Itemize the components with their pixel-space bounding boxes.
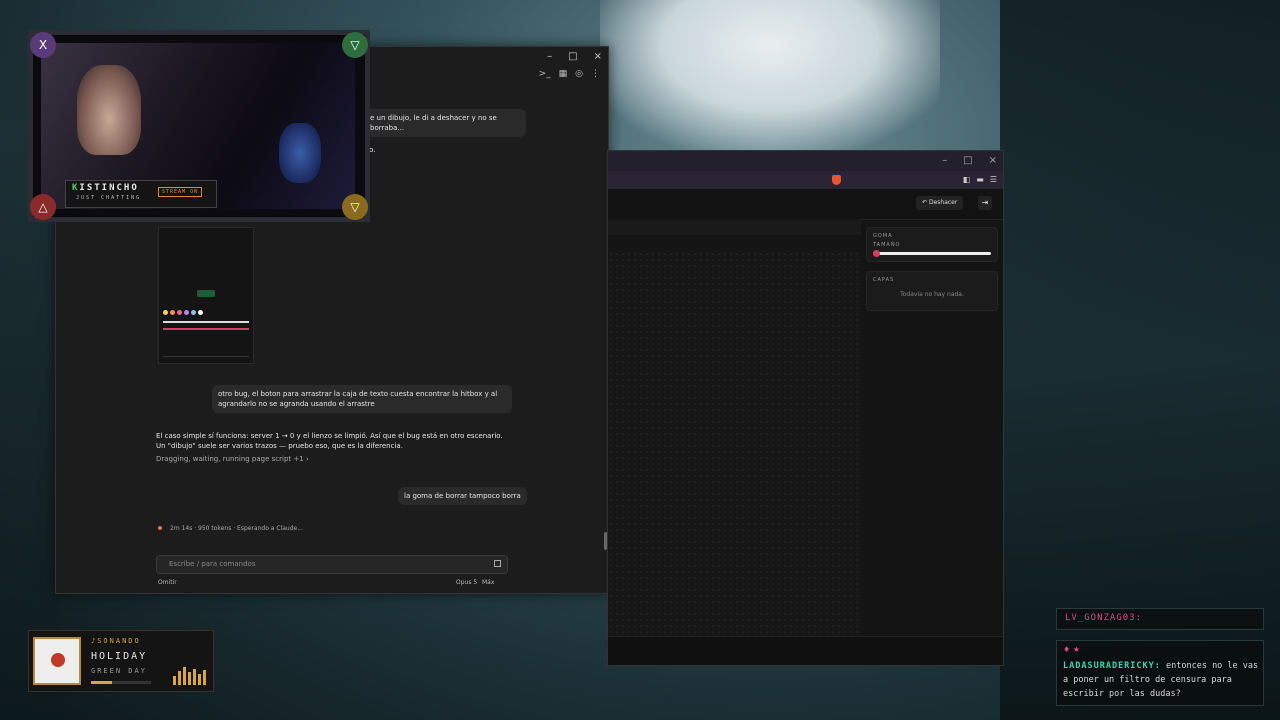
- stream-status-badge: STREAM ON: [158, 187, 203, 197]
- address-bar[interactable]: ◧ ▬ ☰: [608, 171, 1003, 189]
- user-message: otro bug, el boton para arrastrar la caj…: [212, 385, 512, 413]
- tool-title: GOMA: [873, 233, 893, 239]
- triangle-icon: ▽: [342, 194, 368, 220]
- equalizer-bar: [203, 670, 206, 685]
- sidebar-icon[interactable]: ◧: [963, 175, 971, 184]
- thumbnail-toolbar: [163, 356, 249, 361]
- undo-label: Deshacer: [928, 199, 958, 206]
- exit-icon: ⇥: [981, 198, 989, 207]
- chat-input-placeholder: Escribe / para comandos: [169, 560, 256, 568]
- effort-selector[interactable]: Máx: [482, 579, 494, 586]
- thumbnail-slider: [163, 321, 249, 323]
- streamer-name: KISTINCHO: [72, 183, 139, 193]
- chat-input[interactable]: Escribe / para comandos: [156, 555, 508, 574]
- user-message: e un dibujo, le di a deshacer y no se bo…: [364, 109, 526, 137]
- maximize-button[interactable]: □: [568, 51, 577, 62]
- stream-category: JUST CHATTING: [76, 195, 142, 201]
- background-light: [600, 0, 940, 150]
- status-dot-icon: [158, 526, 162, 530]
- window-controls: – □ ×: [547, 51, 602, 62]
- x-icon: X: [30, 32, 56, 58]
- thumbnail-slider-accent: [163, 328, 249, 330]
- streamer-nameplate: KISTINCHO JUST CHATTING STREAM ON: [65, 180, 217, 208]
- streamer: [77, 65, 141, 155]
- album-art: [33, 637, 81, 685]
- more-icon[interactable]: ⋮: [591, 69, 600, 79]
- assistant-message: El caso simple sí funciona: server 1 → 0…: [156, 432, 503, 450]
- browser-extensions: ◧ ▬ ☰: [963, 175, 997, 184]
- equalizer-bar: [183, 667, 186, 685]
- close-button[interactable]: ×: [594, 51, 602, 62]
- menu-icon[interactable]: ☰: [990, 175, 997, 184]
- undo-icon: ↶: [922, 199, 928, 206]
- layers-panel: CAPAS Todavía no hay nada.: [866, 271, 998, 311]
- triangle-icon: ▽: [342, 32, 368, 58]
- chat-message: LV_GONZAG03:: [1056, 608, 1264, 630]
- chat-toolbar: >_ ▦ ◎ ⋮: [539, 69, 600, 79]
- activity-line[interactable]: Dragging, waiting, running page script +…: [156, 454, 309, 464]
- song-title: HOLIDAY: [91, 651, 148, 662]
- drawing-canvas[interactable]: [608, 251, 861, 636]
- model-selector[interactable]: Opus 5: [456, 579, 477, 586]
- artist-name: GREEN DAY: [91, 667, 147, 675]
- badge-icons: ♦ ★: [1063, 645, 1080, 654]
- status-text: 2m 14s · 950 tokens · Esperando a Claude…: [170, 525, 303, 532]
- equalizer-bar: [193, 669, 196, 685]
- album-art-graphic: [51, 653, 65, 667]
- close-button[interactable]: ×: [989, 155, 997, 166]
- window-controls: – □ ×: [942, 155, 997, 166]
- size-label: TAMAÑO: [873, 242, 901, 248]
- equalizer-bar: [173, 676, 176, 685]
- drawing-toolbar: ↶ Deshacer ⇥: [608, 189, 1003, 220]
- equalizer-bar: [178, 671, 181, 685]
- chat-username: LV_GONZAG03:: [1065, 613, 1143, 623]
- minimize-button[interactable]: –: [547, 51, 552, 62]
- chat-message-body: LADASURADERICKY: entonces no le vas a po…: [1063, 659, 1259, 701]
- undo-button[interactable]: ↶ Deshacer: [916, 196, 964, 210]
- equalizer: [173, 667, 206, 685]
- plush-toy: [279, 123, 321, 183]
- skip-button[interactable]: Omitir: [158, 579, 177, 586]
- grid-icon[interactable]: ▦: [559, 69, 568, 79]
- size-slider-knob[interactable]: [873, 250, 881, 257]
- triangle-up-icon: △: [30, 194, 56, 220]
- now-playing-widget: ♪SONANDO HOLIDAY GREEN DAY: [28, 630, 214, 692]
- stop-icon[interactable]: [494, 560, 501, 567]
- equalizer-bar: [198, 674, 201, 685]
- thumbnail-palette: [163, 310, 203, 315]
- webcam-overlay: X ▽ △ ▽ KISTINCHO JUST CHATTING STREAM O…: [28, 30, 370, 222]
- globe-icon[interactable]: ◎: [575, 69, 583, 79]
- thumbnail-button: [197, 290, 215, 297]
- wallet-icon[interactable]: ▬: [976, 175, 984, 184]
- status-line: 2m 14s · 950 tokens · Esperando a Claude…: [158, 525, 303, 532]
- canvas-header: [608, 219, 861, 235]
- drawing-bottom-bar: [608, 636, 1003, 665]
- song-progress: [91, 681, 151, 684]
- minimize-button[interactable]: –: [942, 155, 947, 166]
- layers-title: CAPAS: [873, 277, 895, 283]
- size-slider[interactable]: [873, 250, 991, 257]
- terminal-icon[interactable]: >_: [539, 69, 551, 79]
- screenshot-thumbnail[interactable]: [158, 227, 254, 364]
- exit-button[interactable]: ⇥: [978, 196, 992, 210]
- user-message: la goma de borrar tampoco borra: [398, 487, 527, 505]
- song-progress-fill: [91, 681, 112, 684]
- drawing-titlebar: – □ ×: [608, 151, 1003, 171]
- tool-panel: GOMA TAMAÑO: [866, 227, 998, 262]
- layers-empty-text: Todavía no hay nada.: [900, 291, 964, 298]
- now-playing-label: ♪SONANDO: [91, 637, 141, 645]
- brave-shield-icon[interactable]: [832, 175, 841, 185]
- equalizer-bar: [188, 672, 191, 685]
- chat-username: LADASURADERICKY:: [1063, 661, 1161, 671]
- drawing-app-window: – □ × ◧ ▬ ☰ ↶ Deshacer ⇥ GOMA TAMAÑO CAP…: [607, 150, 1004, 666]
- maximize-button[interactable]: □: [963, 155, 972, 166]
- chat-message: ♦ ★ LADASURADERICKY: entonces no le vas …: [1056, 640, 1264, 706]
